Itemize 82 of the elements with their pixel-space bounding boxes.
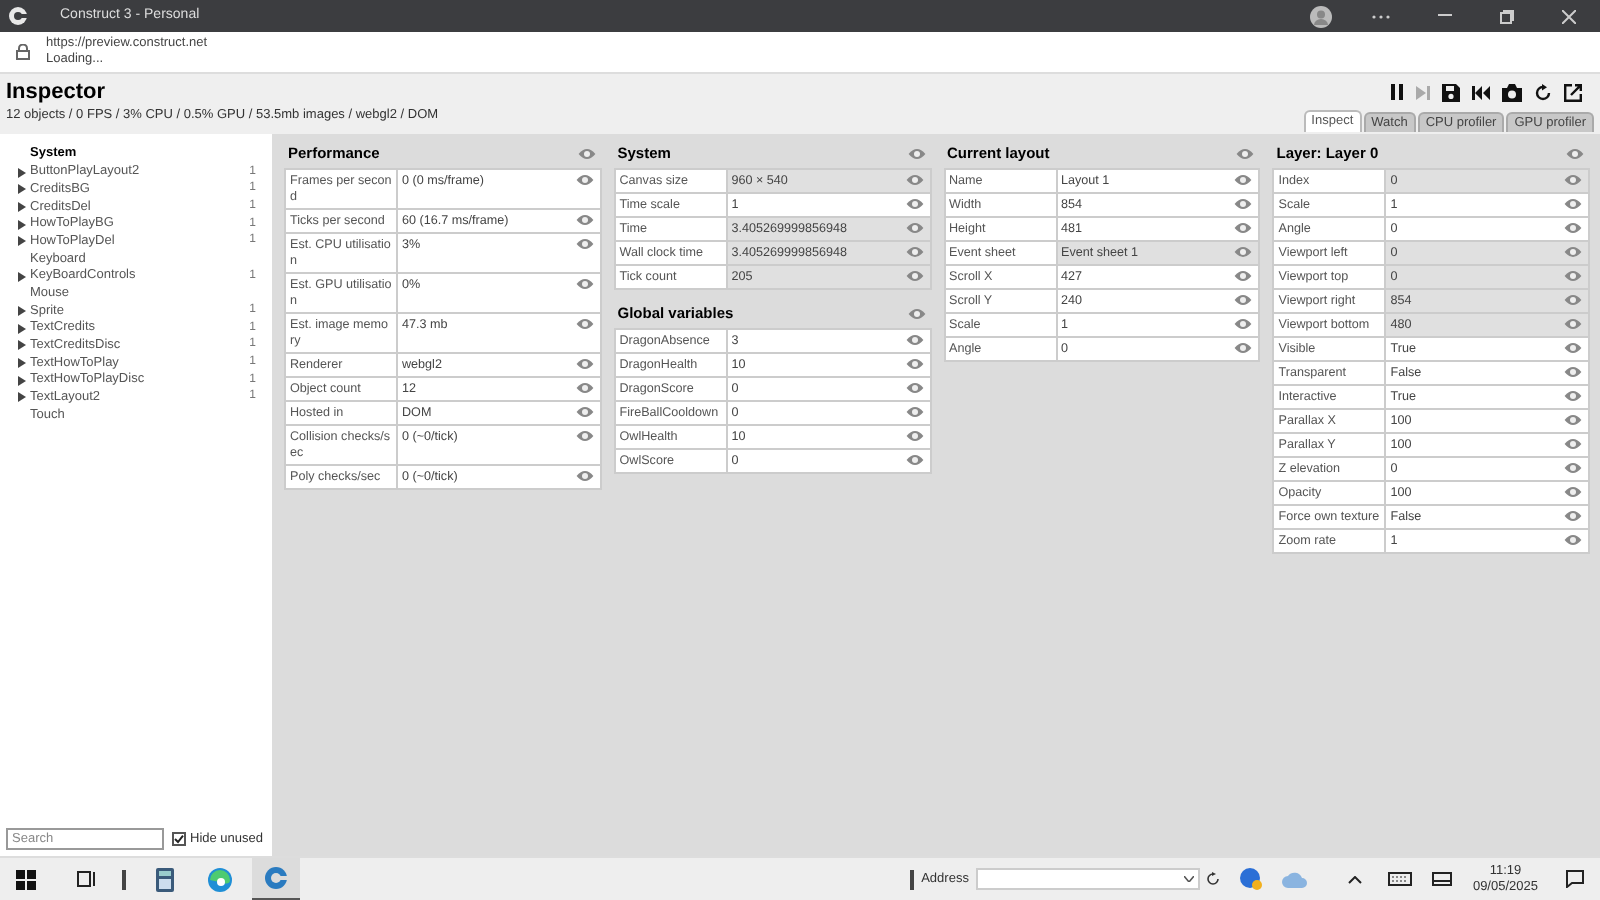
minimize-icon[interactable] bbox=[1438, 14, 1452, 18]
pause-icon[interactable] bbox=[1390, 84, 1404, 100]
eye-icon[interactable] bbox=[1234, 197, 1253, 209]
eye-icon[interactable] bbox=[1564, 437, 1582, 449]
taskbar-app-button[interactable] bbox=[252, 857, 300, 900]
eye-icon[interactable] bbox=[1234, 293, 1253, 305]
eye-icon[interactable] bbox=[1564, 341, 1582, 353]
refresh-icon[interactable] bbox=[1206, 872, 1221, 886]
eye-icon[interactable] bbox=[905, 453, 923, 465]
eye-icon[interactable] bbox=[907, 148, 925, 160]
tablet-icon[interactable] bbox=[1432, 872, 1453, 886]
eye-icon[interactable] bbox=[1564, 293, 1582, 305]
eye-icon[interactable] bbox=[575, 237, 594, 249]
eye-icon[interactable] bbox=[1564, 269, 1582, 281]
eye-icon[interactable] bbox=[1564, 533, 1582, 545]
eye-icon[interactable] bbox=[905, 221, 923, 233]
windows-start-icon[interactable] bbox=[16, 869, 36, 889]
camera-icon[interactable] bbox=[1502, 83, 1522, 101]
cloud-icon[interactable] bbox=[1282, 871, 1309, 887]
eye-icon[interactable] bbox=[575, 381, 594, 393]
eye-icon[interactable] bbox=[1234, 269, 1253, 281]
eye-icon[interactable] bbox=[575, 357, 594, 369]
keyboard-icon[interactable] bbox=[1388, 872, 1413, 886]
eye-icon[interactable] bbox=[1564, 221, 1582, 233]
popout-icon[interactable] bbox=[1564, 83, 1582, 101]
eye-icon[interactable] bbox=[905, 269, 923, 281]
address-field[interactable] bbox=[976, 868, 1201, 890]
caret-icon[interactable] bbox=[1184, 876, 1195, 882]
eye-icon[interactable] bbox=[1564, 365, 1582, 377]
eye-icon[interactable] bbox=[905, 405, 923, 417]
eye-icon[interactable] bbox=[575, 469, 594, 481]
eye-icon[interactable] bbox=[577, 148, 596, 160]
eye-icon[interactable] bbox=[1564, 461, 1582, 473]
eye-icon[interactable] bbox=[1564, 197, 1582, 209]
chevron-up-icon[interactable] bbox=[1348, 875, 1363, 883]
eye-icon[interactable] bbox=[905, 429, 923, 441]
eye-icon[interactable] bbox=[1564, 485, 1582, 497]
eye-icon[interactable] bbox=[1234, 221, 1253, 233]
calculator-icon[interactable] bbox=[156, 867, 174, 891]
eye-icon[interactable] bbox=[905, 333, 923, 345]
eye-icon[interactable] bbox=[575, 277, 594, 289]
expand-arrow-icon[interactable] bbox=[18, 271, 26, 282]
more-icon[interactable] bbox=[1372, 13, 1390, 19]
eye-icon[interactable] bbox=[575, 317, 594, 329]
eye-icon[interactable] bbox=[575, 405, 594, 417]
checkmark-icon[interactable] bbox=[174, 834, 184, 844]
eye-icon[interactable] bbox=[575, 429, 594, 441]
app-logo-icon bbox=[264, 865, 288, 889]
app-logo-icon bbox=[8, 6, 28, 26]
eye-icon[interactable] bbox=[1564, 389, 1582, 401]
eye-icon[interactable] bbox=[905, 197, 923, 209]
eye-icon[interactable] bbox=[1564, 317, 1582, 329]
rewind-icon[interactable] bbox=[1472, 85, 1490, 99]
close-icon[interactable] bbox=[1562, 9, 1576, 23]
eye-icon[interactable] bbox=[905, 357, 923, 369]
browser-icon[interactable] bbox=[208, 867, 232, 891]
eye-icon[interactable] bbox=[1234, 173, 1253, 185]
eye-icon[interactable] bbox=[575, 213, 594, 225]
eye-icon[interactable] bbox=[1564, 245, 1582, 257]
save-icon[interactable] bbox=[1442, 83, 1460, 101]
help-icon[interactable] bbox=[1240, 868, 1263, 890]
eye-icon[interactable] bbox=[905, 245, 923, 257]
eye-icon[interactable] bbox=[1234, 341, 1253, 353]
eye-icon[interactable] bbox=[907, 308, 925, 320]
inspector-title: Inspector bbox=[6, 78, 108, 106]
eye-icon[interactable] bbox=[1564, 413, 1582, 425]
task-view-icon[interactable] bbox=[76, 870, 96, 888]
avatar-icon[interactable] bbox=[1310, 5, 1332, 27]
eye-icon[interactable] bbox=[905, 173, 923, 185]
eye-icon[interactable] bbox=[905, 381, 923, 393]
restore-icon[interactable] bbox=[1500, 9, 1514, 23]
eye-icon[interactable] bbox=[1236, 148, 1255, 160]
reload-icon[interactable] bbox=[1534, 83, 1552, 101]
eye-icon[interactable] bbox=[1564, 173, 1582, 185]
eye-icon[interactable] bbox=[1234, 245, 1253, 257]
step-icon[interactable] bbox=[1416, 85, 1430, 99]
eye-icon[interactable] bbox=[575, 173, 594, 185]
eye-icon[interactable] bbox=[1566, 148, 1584, 160]
eye-icon[interactable] bbox=[1564, 509, 1582, 521]
eye-icon[interactable] bbox=[1234, 317, 1253, 329]
lock-icon[interactable] bbox=[16, 44, 30, 60]
notification-icon[interactable] bbox=[1566, 870, 1584, 888]
